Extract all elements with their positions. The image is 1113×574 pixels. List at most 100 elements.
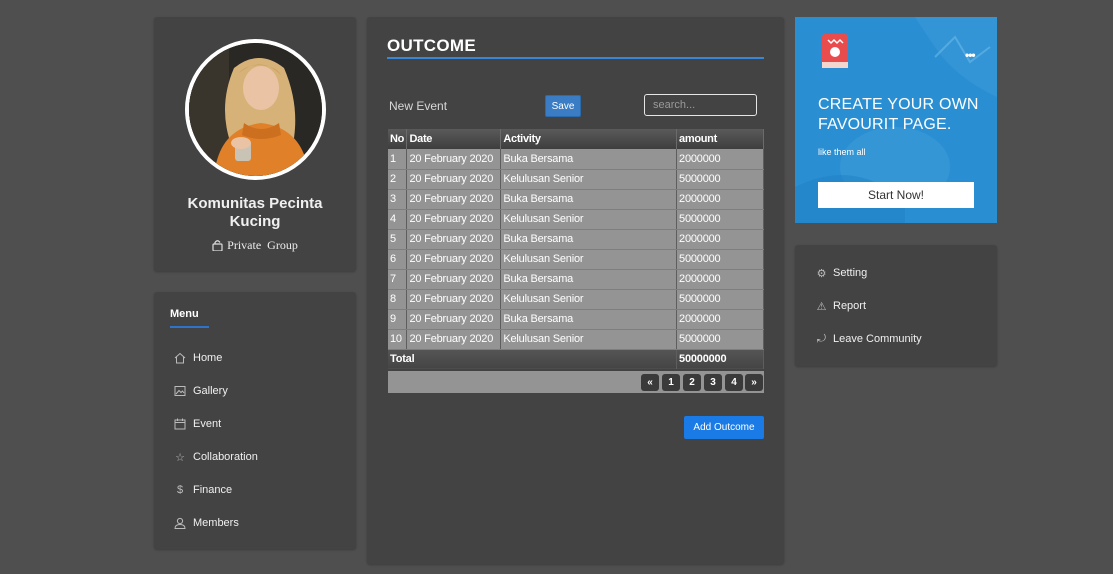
table-cell: 2000000 bbox=[676, 229, 764, 250]
menu-item-home[interactable]: Home bbox=[173, 350, 222, 366]
table-row[interactable]: 8 20 February 2020 Kelulusan Senior 5000000 bbox=[388, 289, 764, 310]
table-row[interactable]: 4 20 February 2020 Kelulusan Senior 5000000 bbox=[388, 209, 764, 230]
table-row[interactable]: 3 20 February 2020 Buka Bersama 2000000 bbox=[388, 189, 764, 210]
table-cell: 4 bbox=[388, 209, 408, 230]
pagination-page[interactable]: 4 bbox=[725, 374, 743, 391]
leave-community-label: Leave Community bbox=[833, 333, 922, 345]
table-row[interactable]: 1 20 February 2020 Buka Bersama 2000000 bbox=[388, 149, 764, 170]
user-icon bbox=[173, 516, 187, 530]
table-cell: Buka Bersama bbox=[500, 149, 678, 170]
menu-item-members[interactable]: Members bbox=[173, 515, 239, 531]
group-privacy-label: Private Group bbox=[227, 238, 298, 252]
table-cell: 2000000 bbox=[676, 309, 764, 330]
menu-item-label: Event bbox=[193, 418, 222, 430]
pagination-page[interactable]: 1 bbox=[662, 374, 680, 391]
table-cell: 5000000 bbox=[676, 209, 764, 230]
menu-card: Menu Home Gallery Event ☆ Collaboration … bbox=[154, 292, 356, 549]
table-cell: 6 bbox=[388, 249, 408, 270]
table-cell: 2000000 bbox=[676, 269, 764, 290]
table-cell: 9 bbox=[388, 309, 408, 330]
column-header[interactable]: Activity bbox=[500, 129, 678, 149]
title-underline bbox=[387, 57, 764, 59]
start-now-button[interactable]: Start Now! bbox=[818, 182, 974, 208]
save-button[interactable]: Save bbox=[545, 95, 581, 117]
pagination-prev[interactable]: « bbox=[641, 374, 659, 391]
book-icon bbox=[822, 34, 848, 68]
outcome-panel: OUTCOME New Event Save No Date Activity … bbox=[367, 17, 784, 564]
profile-card: Komunitas Pecinta Kucing Private Group bbox=[154, 17, 356, 271]
gear-icon: ⚙ bbox=[816, 267, 827, 280]
table-cell: 20 February 2020 bbox=[406, 189, 502, 210]
report-link[interactable]: ⚠ Report bbox=[815, 298, 866, 314]
table-cell: 5000000 bbox=[676, 289, 764, 310]
table-cell: 20 February 2020 bbox=[406, 249, 502, 270]
table-total-row: Total 50000000 bbox=[388, 349, 764, 369]
add-outcome-button[interactable]: Add Outcome bbox=[684, 416, 764, 439]
column-header[interactable]: No bbox=[388, 129, 408, 149]
column-header[interactable]: Date bbox=[406, 129, 502, 149]
community-actions-card: ⚙ Setting ⚠ Report ⤾ Leave Community bbox=[795, 245, 997, 366]
lock-icon bbox=[212, 240, 223, 252]
warning-icon: ⚠ bbox=[816, 300, 827, 313]
table-cell: 5000000 bbox=[676, 329, 764, 350]
table-cell: 20 February 2020 bbox=[406, 269, 502, 290]
table-header-row: No Date Activity amount bbox=[388, 129, 764, 149]
menu-item-collaboration[interactable]: ☆ Collaboration bbox=[173, 449, 258, 465]
table-row[interactable]: 9 20 February 2020 Buka Bersama 2000000 bbox=[388, 309, 764, 330]
table-cell: 10 bbox=[388, 329, 408, 350]
table-cell: Kelulusan Senior bbox=[500, 249, 678, 270]
table-cell: Buka Bersama bbox=[500, 309, 678, 330]
table-cell: Kelulusan Senior bbox=[500, 329, 678, 350]
table-cell: Kelulusan Senior bbox=[500, 169, 678, 190]
table-row[interactable]: 6 20 February 2020 Kelulusan Senior 5000000 bbox=[388, 249, 764, 270]
table-cell: 20 February 2020 bbox=[406, 309, 502, 330]
pagination-page[interactable]: 3 bbox=[704, 374, 722, 391]
menu-item-gallery[interactable]: Gallery bbox=[173, 383, 228, 399]
star-icon: ☆ bbox=[175, 451, 185, 464]
table-cell: Buka Bersama bbox=[500, 189, 678, 210]
table-cell: 2000000 bbox=[676, 149, 764, 170]
table-row[interactable]: 7 20 February 2020 Buka Bersama 2000000 bbox=[388, 269, 764, 290]
menu-item-label: Home bbox=[193, 352, 223, 364]
table-cell: 5000000 bbox=[676, 169, 764, 190]
report-label: Report bbox=[833, 300, 867, 312]
table-row[interactable]: 5 20 February 2020 Buka Bersama 2000000 bbox=[388, 229, 764, 250]
table-cell: Buka Bersama bbox=[500, 269, 678, 290]
setting-label: Setting bbox=[833, 267, 868, 279]
total-value: 50000000 bbox=[676, 349, 764, 369]
menu-item-finance[interactable]: $ Finance bbox=[173, 482, 232, 498]
table-cell: 5000000 bbox=[676, 249, 764, 270]
new-event-label: New Event bbox=[389, 99, 448, 113]
pagination-next[interactable]: » bbox=[745, 374, 763, 391]
promo-more-button[interactable]: ••• bbox=[965, 48, 976, 62]
pagination-page[interactable]: 2 bbox=[683, 374, 701, 391]
table-cell: Kelulusan Senior bbox=[500, 209, 678, 230]
setting-link[interactable]: ⚙ Setting bbox=[815, 265, 868, 281]
table-row[interactable]: 10 20 February 2020 Kelulusan Senior 500000… bbox=[388, 329, 764, 350]
table-cell: 20 February 2020 bbox=[406, 289, 502, 310]
menu-title: Menu bbox=[170, 308, 199, 320]
table-cell: 20 February 2020 bbox=[406, 149, 502, 170]
menu-item-label: Collaboration bbox=[193, 451, 258, 463]
table-cell: 1 bbox=[388, 149, 408, 170]
page-title: OUTCOME bbox=[387, 36, 476, 55]
column-header[interactable]: amount bbox=[676, 129, 764, 149]
menu-item-label: Finance bbox=[193, 484, 233, 496]
table-row[interactable]: 2 20 February 2020 Kelulusan Senior 5000000 bbox=[388, 169, 764, 190]
menu-item-label: Gallery bbox=[193, 385, 228, 397]
table-cell: 2000000 bbox=[676, 189, 764, 210]
table-cell: 20 February 2020 bbox=[406, 229, 502, 250]
community-name: Komunitas Pecinta Kucing bbox=[187, 195, 323, 230]
group-privacy: Private Group bbox=[154, 238, 356, 253]
home-icon bbox=[173, 351, 187, 365]
table-cell: 3 bbox=[388, 189, 408, 210]
search-input[interactable] bbox=[644, 94, 757, 116]
table-cell: 8 bbox=[388, 289, 408, 310]
menu-item-label: Members bbox=[193, 517, 239, 529]
menu-item-event[interactable]: Event bbox=[173, 416, 221, 432]
table-cell: 7 bbox=[388, 269, 408, 290]
table-cell: 20 February 2020 bbox=[406, 209, 502, 230]
leave-community-link[interactable]: ⤾ Leave Community bbox=[815, 331, 922, 347]
promo-title: CREATE YOUR OWN FAVOURIT PAGE. bbox=[818, 96, 979, 133]
table-cell: 5 bbox=[388, 229, 408, 250]
